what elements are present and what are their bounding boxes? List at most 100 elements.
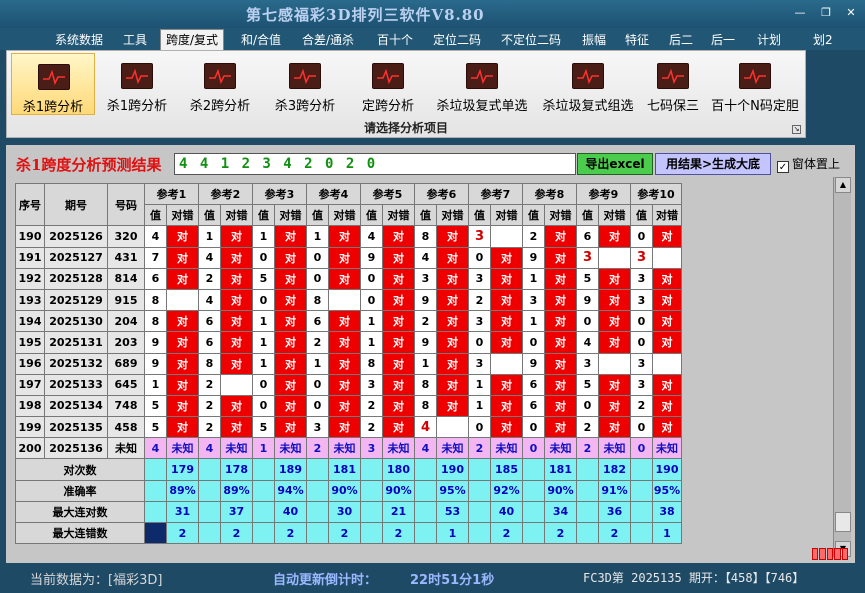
correct-cell: 对 <box>166 310 199 333</box>
analysis-button-label: 杀3跨分析 <box>274 99 336 114</box>
stats-value: 2 <box>544 521 577 545</box>
table-row[interactable]: 190 2025126 320 4 对 1 对 1 对 1 对 4 对 8 对 3 2 对 6 对 0 对 <box>15 225 682 248</box>
analysis-button-label: 定跨分析 <box>361 99 414 114</box>
table-row[interactable]: 198 2025134 748 5 对 2 对 0 对 0 对 2 对 8 对 1 对 6 对 0 对 2 对 <box>15 394 682 418</box>
stats-value: 40 <box>274 500 307 524</box>
menu-item[interactable]: 划2 <box>808 30 838 49</box>
analysis-button[interactable]: 杀3跨分析 <box>264 53 346 115</box>
value-cell: 5 <box>252 416 275 439</box>
menu-item[interactable]: 合差/通杀 <box>297 30 359 49</box>
menu-item[interactable]: 特征 <box>620 30 654 49</box>
prediction-value-cell: 2 <box>306 437 329 460</box>
table-row[interactable]: 194 2025130 204 8 对 6 对 1 对 6 对 1 对 2 对 3 对 1 对 0 对 0 对 <box>15 310 682 333</box>
table-row[interactable]: 197 2025133 645 1 对 2 0 对 0 对 3 对 8 对 1 对 6 对 5 对 3 对 <box>15 373 682 396</box>
correct-cell: 对 <box>544 246 577 269</box>
stats-blank <box>360 458 383 481</box>
minimize-icon[interactable]: — <box>792 6 808 20</box>
stats-blank <box>468 500 491 524</box>
correct-cell: 对 <box>328 331 361 354</box>
value-cell: 4 <box>144 225 167 248</box>
value-cell: 6 <box>576 225 599 248</box>
value-cell: 3 <box>630 288 653 312</box>
table-row[interactable]: 199 2025135 458 5 对 2 对 5 对 3 对 2 对 4 0 对 0 对 2 对 0 对 <box>15 416 682 439</box>
vertical-scrollbar[interactable]: ▲ ▼ <box>833 177 851 557</box>
menu-item[interactable]: 振幅 <box>577 30 611 49</box>
stats-value: 31 <box>166 500 199 524</box>
topmost-checkbox[interactable]: ✓ 窗体置上 <box>777 155 840 173</box>
wrong-cell <box>652 352 682 375</box>
table-row[interactable]: 191 2025127 431 7 对 4 对 0 对 0 对 9 对 4 对 0 对 9 对 3 3 <box>15 246 682 269</box>
stats-value: 90% <box>544 479 577 502</box>
stats-blank <box>252 458 275 481</box>
analysis-button[interactable]: 杀垃圾复式单选 <box>429 53 535 115</box>
seq-cell: 195 <box>15 331 45 354</box>
value-cell: 9 <box>414 331 437 354</box>
table-row[interactable]: 195 2025131 203 9 对 6 对 1 对 2 对 1 对 9 对 0 对 0 对 4 对 0 对 <box>15 331 682 354</box>
menu-item[interactable]: 后一 <box>706 30 740 49</box>
stats-blank <box>414 479 437 502</box>
menu-item[interactable]: 系统数据 <box>50 30 108 49</box>
stats-value: 34 <box>544 500 577 524</box>
menu-item[interactable]: 跨度/复式 <box>160 29 225 50</box>
stats-value: 2 <box>598 521 631 545</box>
header-code: 号码 <box>107 182 145 227</box>
correct-cell: 对 <box>166 267 199 290</box>
value-cell: 1 <box>468 373 491 396</box>
result-field[interactable]: 4 4 1 2 3 4 2 0 2 0 <box>174 153 576 175</box>
analysis-button[interactable]: 杀2跨分析 <box>179 53 261 115</box>
unknown-cell: 未知 <box>598 437 631 460</box>
stats-value: 36 <box>598 500 631 524</box>
generate-base-button[interactable]: 用结果>生成大底 <box>655 153 771 175</box>
correct-cell: 对 <box>382 225 415 248</box>
export-excel-button[interactable]: 导出excel <box>577 153 653 175</box>
value-cell: 1 <box>252 225 275 248</box>
menu-item[interactable]: 百十个 <box>372 30 418 49</box>
menu-item[interactable]: 不定位二码 <box>496 30 566 49</box>
value-cell: 5 <box>144 416 167 439</box>
scroll-up-icon[interactable]: ▲ <box>835 177 851 193</box>
menu-item[interactable]: 定位二码 <box>428 30 486 49</box>
header-ref: 参考8 <box>522 182 577 206</box>
value-cell: 3 <box>576 352 599 375</box>
analysis-button[interactable]: 杀1跨分析 <box>11 53 95 115</box>
value-cell: 1 <box>414 352 437 375</box>
analysis-button-label: 杀垃圾复式组选 <box>542 99 634 114</box>
prediction-row[interactable]: 200 2025136 未知 4 未知 4 未知 1 未知 2 未知 3 未知 4 未知 2 未知 0 未知 2 未知 0… <box>15 437 682 460</box>
seq-cell: 199 <box>15 416 45 439</box>
analysis-button[interactable]: 杀1跨分析 <box>97 53 177 115</box>
period-cell: 2025133 <box>44 373 108 396</box>
menu-item[interactable]: 后二 <box>664 30 698 49</box>
period-cell: 2025128 <box>44 267 108 290</box>
value-cell: 6 <box>144 267 167 290</box>
table-row[interactable]: 193 2025129 915 8 4 对 0 对 8 0 对 9 对 2 对 3 对 9 对 3 对 <box>15 288 682 312</box>
analysis-button[interactable]: 百十个N码定胆 <box>707 53 803 115</box>
table-row[interactable]: 196 2025132 689 9 对 8 对 1 对 1 对 8 对 1 对 3 9 对 3 3 <box>15 352 682 375</box>
maximize-icon[interactable]: ❐ <box>818 6 834 20</box>
menu-item[interactable]: 和/合值 <box>236 30 286 49</box>
menu-item[interactable]: 工具 <box>118 30 152 49</box>
stats-blank <box>360 479 383 502</box>
header-result: 对错 <box>652 204 682 227</box>
correct-cell: 对 <box>328 246 361 269</box>
checkbox-icon[interactable]: ✓ <box>777 161 789 173</box>
value-cell: 1 <box>522 267 545 290</box>
analysis-button[interactable]: 定跨分析 <box>349 53 427 115</box>
correct-cell: 对 <box>490 416 523 439</box>
correct-cell: 对 <box>220 416 253 439</box>
value-cell: 0 <box>360 267 383 290</box>
correct-cell: 对 <box>490 394 523 418</box>
stats-value: 37 <box>220 500 253 524</box>
analysis-button[interactable]: 杀垃圾复式组选 <box>537 53 639 115</box>
chart-icon <box>121 63 153 89</box>
analysis-button[interactable]: 七码保三 <box>641 53 705 115</box>
table-row[interactable]: 192 2025128 814 6 对 2 对 5 对 0 对 0 对 3 对 3 对 1 对 5 对 3 对 <box>15 267 682 290</box>
unknown-cell: 未知 <box>220 437 253 460</box>
value-cell: 5 <box>144 394 167 418</box>
scroll-thumb[interactable] <box>835 512 851 532</box>
countdown-label: 自动更新倒计时： <box>273 573 378 588</box>
menu-item[interactable]: 计划 <box>752 30 786 49</box>
correct-cell: 对 <box>652 416 682 439</box>
close-icon[interactable]: ✕ <box>843 6 859 20</box>
expand-icon[interactable]: ↘ <box>792 125 801 134</box>
correct-cell: 对 <box>544 352 577 375</box>
